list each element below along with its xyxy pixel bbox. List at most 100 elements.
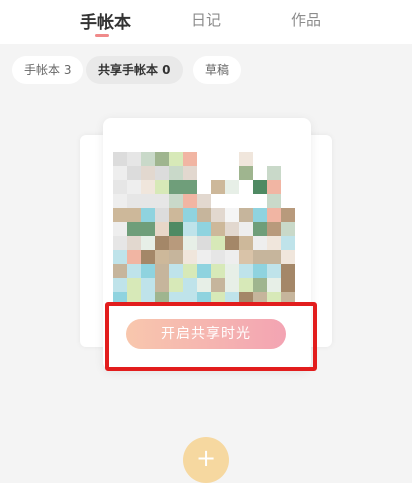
mosaic-tile [281,208,295,222]
mosaic-tile [169,222,183,236]
top-tab-bar: 手帐本 日记 作品 [0,0,412,44]
mosaic-tile [169,278,183,292]
mosaic-tile [127,250,141,264]
mosaic-tile [267,278,281,292]
start-shared-time-button[interactable]: 开启共享时光 [126,319,286,349]
mosaic-tile [113,166,127,180]
mosaic-tile [225,208,239,222]
mosaic-tile [225,222,239,236]
mosaic-tile [239,278,253,292]
mosaic-tile [267,236,281,250]
mosaic-tile [267,166,281,180]
mosaic-tile [281,236,295,250]
mosaic-tile [211,250,225,264]
mosaic-tile [141,208,155,222]
mosaic-tile [169,208,183,222]
mosaic-tile [183,236,197,250]
mosaic-tile [211,264,225,278]
mosaic-tile [113,236,127,250]
mosaic-tile [211,292,225,306]
mosaic-tile [127,180,141,194]
mosaic-tile [155,166,169,180]
mosaic-tile [169,152,183,166]
mosaic-tile [183,264,197,278]
mosaic-tile [155,250,169,264]
chip-drafts[interactable]: 草稿 [193,56,242,84]
filter-chips: 手帐本 3 共享手帐本 0 草稿 [0,56,412,88]
mosaic-tile [155,180,169,194]
mosaic-tile [197,194,211,208]
mosaic-tile [141,194,155,208]
mosaic-tile [239,292,253,306]
mosaic-tile [197,236,211,250]
mosaic-tile [197,250,211,264]
mosaic-tile [141,278,155,292]
chip-shared-notebooks[interactable]: 共享手帐本 0 [86,56,183,84]
mosaic-tile [239,152,253,166]
mosaic-tile [197,292,211,306]
mosaic-tile [253,278,267,292]
mosaic-tile [197,264,211,278]
mosaic-tile [239,166,253,180]
tab-notebook[interactable]: 手帐本 [80,8,131,33]
mosaic-tile [113,292,127,306]
mosaic-tile [239,250,253,264]
mosaic-tile [127,222,141,236]
mosaic-tile [267,292,281,306]
mosaic-tile [183,152,197,166]
mosaic-tile [127,152,141,166]
mosaic-tile [211,208,225,222]
mosaic-tile [183,166,197,180]
tab-works[interactable]: 作品 [291,9,321,30]
mosaic-tile [155,236,169,250]
mosaic-tile [267,208,281,222]
mosaic-tile [127,236,141,250]
mosaic-tile [253,236,267,250]
mosaic-tile [113,278,127,292]
mosaic-tile [253,250,267,264]
mosaic-tile [141,222,155,236]
mosaic-tile [281,264,295,278]
mosaic-tile [239,236,253,250]
mosaic-tile [211,278,225,292]
active-tab-indicator [95,34,109,37]
mosaic-tile [169,166,183,180]
mosaic-tile [169,194,183,208]
mosaic-tile [225,250,239,264]
mosaic-tile [127,166,141,180]
mosaic-tile [211,222,225,236]
mosaic-tile [141,152,155,166]
mosaic-tile [169,180,183,194]
mosaic-tile [267,180,281,194]
add-fab-button[interactable]: + [183,437,229,483]
mosaic-tile [239,222,253,236]
mosaic-tile [155,264,169,278]
mosaic-tile [155,208,169,222]
mosaic-tile [169,264,183,278]
tab-diary[interactable]: 日记 [191,9,221,30]
mosaic-tile [281,250,295,264]
mosaic-tile [113,180,127,194]
mosaic-tile [141,250,155,264]
mosaic-tile [211,236,225,250]
mosaic-tile [267,264,281,278]
mosaic-tile [183,292,197,306]
mosaic-tile [113,250,127,264]
mosaic-tile [141,166,155,180]
mosaic-tile [155,292,169,306]
mosaic-tile [183,180,197,194]
mosaic-tile [141,236,155,250]
mosaic-tile [225,264,239,278]
mosaic-tile [113,264,127,278]
mosaic-tile [253,264,267,278]
mosaic-tile [155,152,169,166]
shared-notebook-card[interactable]: 开启共享时光 [103,118,311,370]
mosaic-tile [169,292,183,306]
chip-notebooks[interactable]: 手帐本 3 [12,56,84,84]
mosaic-tile [141,292,155,306]
mosaic-tile [155,194,169,208]
mosaic-tile [225,180,239,194]
mosaic-tile [197,278,211,292]
mosaic-tile [113,152,127,166]
mosaic-tile [211,180,225,194]
